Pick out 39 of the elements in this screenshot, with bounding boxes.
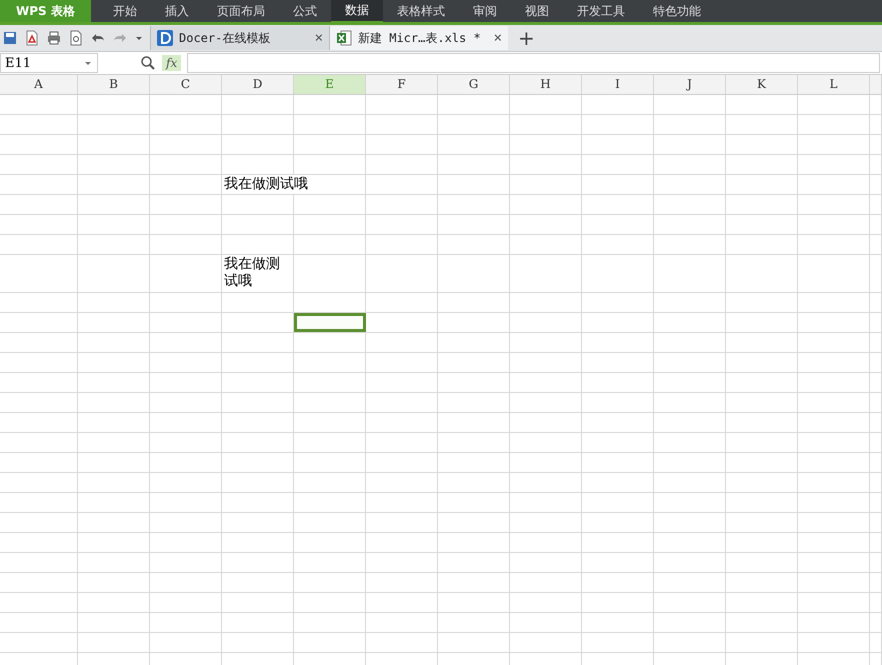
selected-cell[interactable] [294, 313, 366, 332]
column-header[interactable]: K [726, 75, 798, 94]
column-header[interactable]: A [0, 75, 78, 94]
column-header[interactable]: H [510, 75, 582, 94]
table-cell[interactable]: 我在做测试哦 [222, 255, 294, 292]
ribbon-tab[interactable]: 视图 [510, 0, 563, 22]
ribbon-tab[interactable]: 表格样式 [382, 0, 459, 22]
pdf-export-icon[interactable] [24, 30, 40, 46]
app-menu-button[interactable]: WPS 表格 [0, 0, 91, 22]
document-tab[interactable]: 新建 Micr…表.xls * × [329, 26, 508, 50]
column-header[interactable]: C [150, 75, 222, 94]
formula-input-field[interactable] [187, 53, 880, 73]
print-icon[interactable] [46, 30, 62, 46]
ribbon-tab[interactable]: 数据 [330, 0, 383, 23]
ribbon-tab[interactable]: 审阅 [458, 0, 511, 22]
ribbon-tab[interactable]: 页面布局 [202, 0, 279, 22]
ribbon-tab[interactable]: 开发工具 [562, 0, 639, 22]
close-tab-button[interactable]: × [314, 30, 323, 46]
table-cell[interactable]: 我在做测试哦 [222, 175, 366, 194]
column-header[interactable]: J [654, 75, 726, 94]
print-preview-icon[interactable] [68, 30, 84, 46]
search-icon[interactable] [140, 55, 156, 71]
close-tab-button[interactable]: × [494, 30, 502, 46]
spreadsheet-file-icon [336, 30, 352, 46]
column-header[interactable]: B [78, 75, 150, 94]
column-header[interactable]: G [438, 75, 510, 94]
column-header[interactable]: F [366, 75, 438, 94]
ribbon-tab[interactable]: 开始 [98, 0, 151, 22]
docer-logo-icon [157, 30, 173, 46]
name-box[interactable]: E11 [0, 53, 98, 73]
ribbon-tab[interactable]: 插入 [150, 0, 203, 22]
column-header[interactable]: I [582, 75, 654, 94]
ribbon-tab[interactable]: 公式 [278, 0, 331, 22]
document-tab[interactable]: Docer-在线模板 × [150, 26, 329, 50]
ribbon-tab[interactable]: 特色功能 [638, 0, 715, 22]
column-header[interactable]: L [798, 75, 870, 94]
save-icon[interactable] [2, 30, 18, 46]
new-tab-button[interactable]: + [508, 28, 545, 48]
insert-function-button[interactable]: fx [162, 55, 182, 71]
